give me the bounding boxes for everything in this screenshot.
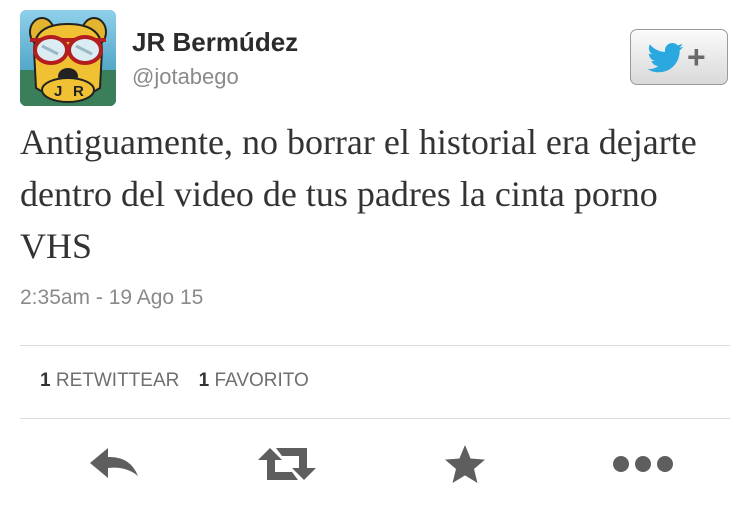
tweet-card: J R JR Bermúdez @jotabego + Antiguamente… <box>0 0 750 523</box>
avatar[interactable]: J R <box>20 10 116 106</box>
divider <box>20 345 730 346</box>
author-name[interactable]: JR Bermúdez <box>132 27 298 58</box>
favorite-star-icon <box>445 445 485 483</box>
dog-avatar-icon: J R <box>20 10 116 106</box>
tweet-stats: 1 RETWITTEAR 1 FAVORITO <box>40 370 323 392</box>
more-dots-icon <box>613 456 673 472</box>
svg-text:J: J <box>54 83 62 100</box>
reply-button[interactable] <box>86 442 146 486</box>
follow-plus: + <box>687 39 706 75</box>
author-handle[interactable]: @jotabego <box>132 64 239 90</box>
tweet-text: Antiguamente, no borrar el historial era… <box>20 122 697 266</box>
favorite-button[interactable] <box>440 442 500 486</box>
tweet-timestamp[interactable]: 2:35am - 19 Ago 15 <box>20 286 203 310</box>
reply-icon <box>90 448 138 478</box>
twitter-bird-icon <box>647 43 684 73</box>
retweet-count[interactable]: 1 RETWITTEAR <box>40 370 179 391</box>
divider <box>20 418 730 419</box>
follow-button[interactable]: + <box>630 29 728 85</box>
retweet-button[interactable] <box>256 442 316 486</box>
retweet-icon <box>258 448 316 480</box>
svg-text:R: R <box>73 83 84 100</box>
more-button[interactable] <box>610 442 673 486</box>
favorite-count[interactable]: 1 FAVORITO <box>199 370 309 391</box>
